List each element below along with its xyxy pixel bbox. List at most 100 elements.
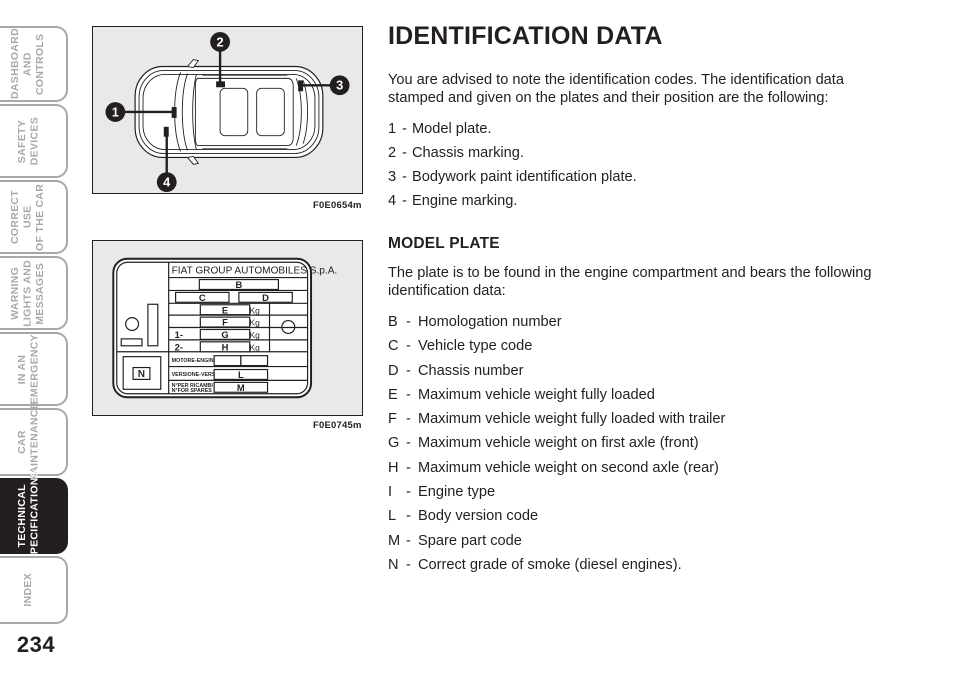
svg-text:2: 2 [217, 34, 224, 49]
plate-field-c: C [199, 292, 206, 303]
sidebar-tab-label: IN AN EMERGENCY [15, 333, 41, 405]
plate-manufacturer: FIAT GROUP AUTOMOBILES S.p.A. [172, 266, 338, 277]
plate-unit-g: Kg [250, 330, 261, 340]
plate-field-list-item: M - Spare part code [388, 529, 888, 553]
identification-list-item-text: Bodywork paint identification plate. [412, 169, 637, 185]
plate-field-d: D [262, 292, 269, 303]
sidebar-tab-in-an-emergency[interactable]: IN AN EMERGENCY [0, 332, 68, 406]
plate-field-list-item-text: Maximum vehicle weight fully loaded with… [418, 411, 726, 428]
sidebar-tab-index[interactable]: INDEX [0, 556, 68, 624]
plate-label-spares-2: N°FOR SPARES [172, 388, 213, 394]
plate-field-g: G [221, 329, 228, 340]
plate-field-list-item-dash: - [406, 362, 411, 379]
plate-field-list-item-text: Maximum vehicle weight fully loaded [418, 386, 655, 403]
plate-field-list-item-key: M [388, 532, 401, 549]
plate-field-list-item-key: H [388, 459, 399, 476]
figure-plate-caption: F0E0745m [313, 420, 362, 431]
plate-field-list-item-dash: - [406, 459, 411, 476]
identification-list-item-dash: - [402, 121, 407, 137]
plate-field-list-item-text: Homologation number [418, 314, 562, 330]
plate-unit-f: Kg [250, 318, 261, 328]
plate-field-list-item-text: Spare part code [418, 532, 522, 549]
plate-field-list-item-key: B [388, 314, 398, 330]
identification-list-item-dash: - [402, 145, 407, 161]
plate-field-list-item: L - Body version code [388, 504, 888, 528]
plate-field-list-item-dash: - [406, 435, 411, 452]
plate-field-list-item-dash: - [406, 338, 411, 355]
plate-row-prefix-2: 2- [175, 341, 183, 352]
plate-field-list-item-key: I [388, 484, 393, 501]
plate-field-list-item-key: N [388, 556, 399, 573]
sidebar-tab-technical-specifications[interactable]: TECHNICAL SPECIFICATIONS [0, 470, 68, 562]
plate-field-m: M [237, 382, 245, 393]
identification-list-item-key: 2 [388, 145, 397, 161]
plate-field-list-item-text: Engine type [418, 484, 496, 501]
plate-field-list-item: B - Homologation number [388, 310, 888, 334]
plate-field-list-item-dash: - [406, 484, 411, 501]
sidebar-tab-label: SAFETY DEVICES [15, 116, 41, 166]
subsection-title: MODEL PLATE [388, 235, 500, 252]
svg-text:1: 1 [112, 104, 119, 119]
figure-car-caption: F0E0654m [313, 200, 362, 211]
numbered-identification-list: 1- Model plate. 2- Chassis marking. 3- Bodywo… [388, 117, 888, 213]
sidebar-tab-correct-use-of-the-car[interactable]: CORRECT USE OF THE CAR [0, 180, 68, 254]
plate-field-list-item: H - Maximum vehicle weight on second axle … [388, 456, 888, 480]
page-number: 234 [16, 632, 56, 657]
plate-field-list-item-dash: - [406, 508, 411, 525]
main-content: IDENTIFICATION DATA You are advised to n… [388, 22, 888, 577]
sidebar-tab-safety-devices[interactable]: SAFETY DEVICES [0, 104, 68, 178]
figure-car-identification-positions: 1 2 3 4 [92, 26, 363, 194]
plate-field-list-item-dash: - [406, 532, 411, 549]
plate-field-h: H [222, 341, 229, 352]
identification-list-item: 1- Model plate. [388, 117, 888, 141]
plate-field-list-item-dash: - [406, 386, 411, 403]
car-top-view-diagram: 1 2 3 4 [105, 31, 350, 193]
sidebar-tab-dashboard-and-controls[interactable]: DASHBOARD AND CONTROLS [0, 26, 68, 102]
identification-list-item-text: Engine marking. [412, 193, 518, 209]
lettered-plate-field-list: B - Homologation number C - Vehicle type code… [388, 310, 888, 577]
identification-list-item-key: 4 [388, 193, 397, 209]
model-plate-diagram: N FIAT GROUP AUTOMOBILES S.p.A. B C D E … [112, 257, 338, 399]
identification-list-item: 4- Engine marking. [388, 189, 888, 213]
sidebar-tab-label: WARNING LIGHTS AND MESSAGES [9, 259, 47, 327]
intro-paragraph: You are advised to note the identificati… [388, 72, 844, 106]
plate-field-list-item-text: Correct grade of smoke (diesel engines). [418, 556, 682, 573]
plate-field-l: L [238, 369, 244, 380]
chapter-tab-sidebar: DASHBOARD AND CONTROLS SAFETY DEVICES CORR… [0, 0, 70, 675]
svg-text:4: 4 [163, 175, 171, 190]
plate-field-list-item-key: L [388, 508, 397, 525]
sidebar-tab-car-maintenance[interactable]: CAR MAINTENANCE [0, 402, 68, 482]
plate-row-prefix-1: 1- [175, 329, 183, 340]
plate-unit-h: Kg [250, 342, 261, 352]
page-title: IDENTIFICATION DATA [388, 22, 663, 50]
plate-field-list-item-dash: - [406, 411, 411, 428]
plate-field-e: E [222, 304, 228, 315]
plate-field-list-item: I - Engine type [388, 480, 888, 504]
plate-label-engine: MOTORE-ENGINE [172, 358, 218, 364]
plate-field-list-item-text: Maximum vehicle weight on first axle (fr… [418, 435, 699, 452]
sidebar-tab-label: DASHBOARD AND CONTROLS [9, 28, 47, 100]
plate-field-list-item-text: Chassis number [418, 362, 524, 379]
plate-field-list-item: C - Vehicle type code [388, 334, 888, 358]
plate-field-list-item-text: Vehicle type code [418, 338, 533, 355]
sidebar-tab-warning-lights-and-messages[interactable]: WARNING LIGHTS AND MESSAGES [0, 256, 68, 330]
sidebar-tab-label: CORRECT USE OF THE CAR [9, 183, 47, 251]
plate-field-list-item-key: G [388, 435, 400, 452]
plate-field-list-item-dash: - [406, 314, 411, 330]
identification-list-item-dash: - [402, 169, 407, 185]
plate-field-list-item: E - Maximum vehicle weight fully loaded [388, 383, 888, 407]
identification-list-item-text: Chassis marking. [412, 145, 524, 161]
identification-list-item-dash: - [402, 193, 407, 209]
plate-field-f: F [222, 317, 228, 328]
plate-unit-e: Kg [250, 305, 261, 315]
plate-field-list-item: N - Correct grade of smoke (diesel engines… [388, 553, 888, 577]
identification-list-item: 2- Chassis marking. [388, 141, 888, 165]
plate-field-list-item-key: C [388, 338, 399, 355]
sidebar-tab-label: TECHNICAL SPECIFICATIONS [15, 470, 41, 562]
plate-field-list-item: G - Maximum vehicle weight on first axle (… [388, 431, 888, 455]
svg-text:3: 3 [336, 78, 343, 93]
identification-list-item-key: 1 [388, 121, 397, 137]
identification-list-item-key: 3 [388, 169, 397, 185]
plate-field-b: B [235, 279, 242, 290]
plate-field-list-item-text: Body version code [418, 508, 539, 525]
